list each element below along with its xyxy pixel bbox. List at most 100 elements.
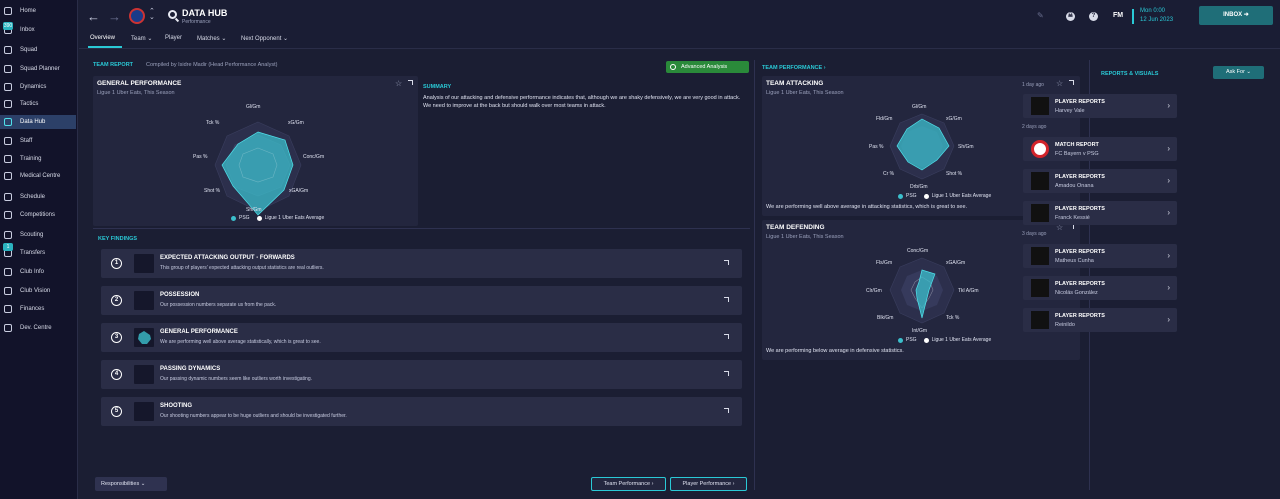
sidebar-item-training[interactable]: Training bbox=[0, 152, 76, 166]
report-name: Nicolás González bbox=[1055, 290, 1098, 296]
report-item[interactable]: PLAYER REPORTS Amadou Onana › bbox=[1023, 169, 1177, 193]
radar-label: Cr % bbox=[883, 171, 895, 177]
finding-number: 2 bbox=[111, 295, 122, 306]
expand-icon[interactable] bbox=[724, 408, 729, 413]
finding-description: We are performing well above average sta… bbox=[160, 339, 321, 345]
defending-footer-text: We are performing below average in defen… bbox=[766, 348, 904, 354]
team-performance-header[interactable]: TEAM PERFORMANCE › bbox=[762, 65, 826, 71]
radar-legend: PSG Ligue 1 Uber Eats Average bbox=[898, 193, 991, 199]
team-legend-dot bbox=[898, 337, 903, 343]
sidebar-item-home[interactable]: Home bbox=[0, 4, 76, 18]
club-badge-icon[interactable] bbox=[129, 8, 145, 24]
tab-player[interactable]: Player bbox=[165, 35, 182, 41]
finding-item[interactable]: 1 EXPECTED ATTACKING OUTPUT - FORWARDS T… bbox=[101, 249, 742, 278]
average-legend-dot bbox=[923, 193, 929, 199]
report-title: PLAYER REPORTS bbox=[1055, 281, 1105, 287]
star-icon[interactable]: ☆ bbox=[1056, 79, 1063, 88]
date-text: 12 Jun 2023 bbox=[1140, 17, 1174, 23]
responsibilities-button[interactable]: Responsibilities ⌄ bbox=[95, 477, 167, 491]
date-time: Mon 0:00 12 Jun 2023 bbox=[1140, 7, 1173, 25]
radar-label: Int/Gm bbox=[912, 328, 928, 334]
report-item[interactable]: PLAYER REPORTS Reinildo › bbox=[1023, 308, 1177, 332]
help-icon[interactable]: ? bbox=[1089, 12, 1098, 21]
sidebar-item-schedule[interactable]: Schedule bbox=[0, 190, 76, 204]
divider bbox=[754, 60, 755, 490]
search-icon[interactable] bbox=[168, 10, 177, 19]
report-title: PLAYER REPORTS bbox=[1055, 174, 1105, 180]
edit-icon[interactable]: ✎ bbox=[1037, 11, 1044, 20]
legend-average-label: Ligue 1 Uber Eats Average bbox=[264, 215, 325, 221]
report-item[interactable]: MATCH REPORT FC Bayern v PSG › bbox=[1023, 137, 1177, 161]
sidebar-item-finances[interactable]: Finances bbox=[0, 302, 76, 316]
sidebar-item-label: Club Vision bbox=[20, 288, 51, 294]
forward-arrow-icon[interactable]: → bbox=[108, 9, 121, 24]
top-bar: ← → ⌃ ⌄ DATA HUB Performance Overview Tea… bbox=[79, 0, 1280, 49]
sidebar-item-label: Dynamics bbox=[20, 84, 47, 90]
player-avatar-icon bbox=[1031, 172, 1049, 190]
legend-team-label: PSG bbox=[906, 193, 917, 199]
sidebar-item-club-vision[interactable]: Club Vision bbox=[0, 284, 76, 298]
back-arrow-icon[interactable]: ← bbox=[87, 9, 100, 24]
tab-matches[interactable]: Matches ⌄ bbox=[197, 35, 226, 42]
advanced-analysis-button[interactable]: Advanced Analysis bbox=[666, 61, 749, 73]
sidebar-item-club-info[interactable]: Club Info bbox=[0, 265, 76, 279]
finances-icon bbox=[4, 305, 12, 313]
tab-team[interactable]: Team ⌄ bbox=[131, 35, 152, 42]
squad-planner-icon bbox=[4, 65, 12, 73]
expand-icon[interactable] bbox=[724, 297, 729, 302]
sidebar-item-tactics[interactable]: Tactics bbox=[0, 97, 76, 111]
report-title: PLAYER REPORTS bbox=[1055, 313, 1105, 319]
player-performance-button[interactable]: Player Performance › bbox=[670, 477, 747, 491]
report-item[interactable]: PLAYER REPORTS Matheus Cunha › bbox=[1023, 244, 1177, 268]
finding-item[interactable]: 2 POSSESSION Our possession numbers sepa… bbox=[101, 286, 742, 315]
sidebar-item-label: Squad bbox=[20, 47, 38, 53]
player-avatar-icon bbox=[1031, 204, 1049, 222]
report-item[interactable]: PLAYER REPORTS Nicolás González › bbox=[1023, 276, 1177, 300]
star-icon[interactable]: ☆ bbox=[395, 79, 402, 88]
sidebar-item-label: Inbox bbox=[20, 27, 35, 33]
analysis-icon bbox=[670, 64, 676, 70]
sidebar-item-dev-centre[interactable]: Dev. Centre bbox=[0, 321, 76, 335]
skull-icon[interactable]: ☠ bbox=[1066, 12, 1075, 21]
chevron-right-icon: › bbox=[1167, 315, 1170, 324]
ask-for-button[interactable]: Ask For ⌄ bbox=[1213, 66, 1264, 79]
day-label: 3 days ago bbox=[1022, 231, 1047, 237]
team-legend-dot bbox=[231, 215, 236, 221]
fm-menu-button[interactable]: FM bbox=[1113, 12, 1123, 19]
finding-title: GENERAL PERFORMANCE bbox=[160, 329, 238, 335]
inbox-count-badge: 390 bbox=[3, 22, 13, 30]
finding-item[interactable]: 5 SHOOTING Our shooting numbers appear t… bbox=[101, 397, 742, 426]
expand-icon[interactable] bbox=[724, 371, 729, 376]
report-item[interactable]: PLAYER REPORTS Franck Kessié › bbox=[1023, 201, 1177, 225]
sidebar-item-dynamics[interactable]: Dynamics bbox=[0, 80, 76, 94]
expand-icon[interactable] bbox=[724, 334, 729, 339]
scatter-thumbnail-icon bbox=[134, 365, 154, 384]
expand-icon[interactable] bbox=[1069, 80, 1074, 85]
radar-label: Fls/Gm bbox=[876, 260, 893, 266]
radar-label: Conc/Gm bbox=[303, 154, 325, 160]
radar-legend: PSG Ligue 1 Uber Eats Average bbox=[231, 215, 324, 221]
finding-item[interactable]: 3 GENERAL PERFORMANCE We are performing … bbox=[101, 323, 742, 352]
team-performance-button[interactable]: Team Performance › bbox=[591, 477, 666, 491]
report-title: PLAYER REPORTS bbox=[1055, 249, 1105, 255]
report-item[interactable]: PLAYER REPORTS Harvey Vale › bbox=[1023, 94, 1177, 118]
sidebar-item-medical-centre[interactable]: Medical Centre bbox=[0, 169, 76, 183]
finding-item[interactable]: 4 PASSING DYNAMICS Our passing dynamic n… bbox=[101, 360, 742, 389]
expand-icon[interactable] bbox=[408, 80, 413, 85]
radar-label: xG/Gm bbox=[288, 120, 304, 126]
finding-title: EXPECTED ATTACKING OUTPUT - FORWARDS bbox=[160, 255, 295, 261]
sidebar-item-data-hub[interactable]: Data Hub bbox=[0, 115, 76, 129]
inbox-continue-button[interactable]: INBOX ➜ bbox=[1199, 6, 1273, 25]
radar-label: Drb/Gm bbox=[910, 184, 928, 190]
sidebar-item-scouting[interactable]: Scouting bbox=[0, 228, 76, 242]
trophy-icon bbox=[4, 211, 12, 219]
sidebar-item-staff[interactable]: Staff bbox=[0, 134, 76, 148]
sidebar-item-squad-planner[interactable]: Squad Planner bbox=[0, 62, 76, 76]
sidebar-item-squad[interactable]: Squad bbox=[0, 43, 76, 57]
club-switch-icon[interactable]: ⌃ ⌄ bbox=[149, 8, 155, 21]
tab-next-opponent[interactable]: Next Opponent ⌄ bbox=[241, 35, 288, 42]
tab-overview[interactable]: Overview bbox=[90, 35, 115, 41]
team-legend-dot bbox=[898, 193, 903, 199]
sidebar-item-competitions[interactable]: Competitions bbox=[0, 208, 76, 222]
expand-icon[interactable] bbox=[724, 260, 729, 265]
